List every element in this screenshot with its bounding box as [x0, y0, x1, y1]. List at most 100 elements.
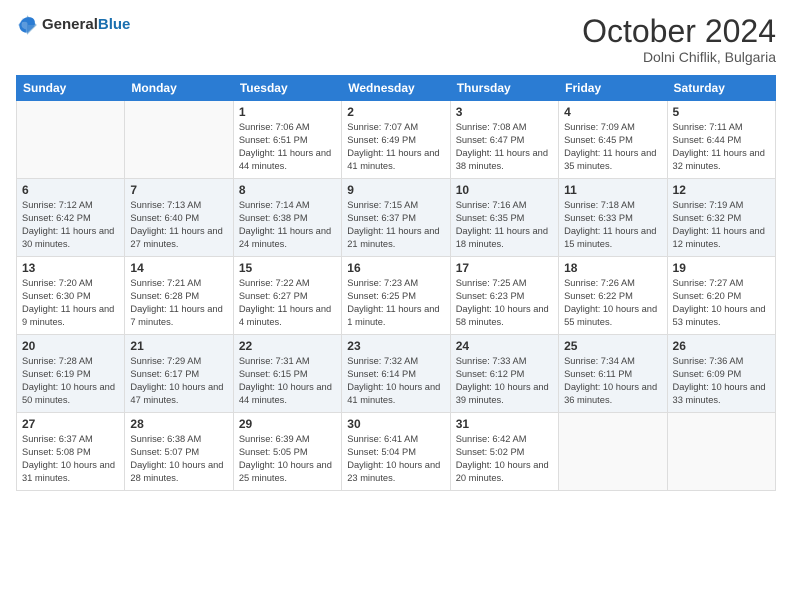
calendar-cell: 24Sunrise: 7:33 AMSunset: 6:12 PMDayligh…	[450, 335, 558, 413]
header: General Blue October 2024 Dolni Chiflik,…	[16, 14, 776, 65]
calendar-cell: 4 Sunrise: 7:09 AMSunset: 6:45 PMDaylight…	[559, 101, 667, 179]
day-number: 15	[239, 261, 336, 275]
logo: General Blue	[16, 14, 130, 36]
day-info: Sunrise: 7:26 AMSunset: 6:22 PMDaylight:…	[564, 277, 661, 329]
day-info: Sunrise: 7:14 AMSunset: 6:38 PMDaylight:…	[239, 199, 336, 251]
calendar-cell: 2 Sunrise: 7:07 AMSunset: 6:49 PMDaylight…	[342, 101, 450, 179]
title-area: October 2024 Dolni Chiflik, Bulgaria	[582, 14, 776, 65]
day-info: Sunrise: 7:23 AMSunset: 6:25 PMDaylight:…	[347, 277, 444, 329]
day-info: Sunrise: 7:15 AMSunset: 6:37 PMDaylight:…	[347, 199, 444, 251]
calendar-cell: 10 Sunrise: 7:16 AMSunset: 6:35 PMDayligh…	[450, 179, 558, 257]
day-info: Sunrise: 7:27 AMSunset: 6:20 PMDaylight:…	[673, 277, 770, 329]
calendar-cell: 8 Sunrise: 7:14 AMSunset: 6:38 PMDaylight…	[233, 179, 341, 257]
calendar-cell: 19 Sunrise: 7:27 AMSunset: 6:20 PMDayligh…	[667, 257, 775, 335]
calendar-week-row: 13 Sunrise: 7:20 AMSunset: 6:30 PMDayligh…	[17, 257, 776, 335]
calendar-cell	[17, 101, 125, 179]
calendar-week-row: 6Sunrise: 7:12 AMSunset: 6:42 PMDaylight…	[17, 179, 776, 257]
calendar-cell: 5 Sunrise: 7:11 AMSunset: 6:44 PMDaylight…	[667, 101, 775, 179]
day-number: 3	[456, 105, 553, 119]
day-number: 8	[239, 183, 336, 197]
calendar-week-row: 20 Sunrise: 7:28 AMSunset: 6:19 PMDayligh…	[17, 335, 776, 413]
header-tuesday: Tuesday	[233, 76, 341, 101]
day-info: Sunrise: 7:16 AMSunset: 6:35 PMDaylight:…	[456, 199, 553, 251]
header-wednesday: Wednesday	[342, 76, 450, 101]
day-number: 10	[456, 183, 553, 197]
day-number: 30	[347, 417, 444, 431]
day-number: 11	[564, 183, 661, 197]
calendar-cell: 3 Sunrise: 7:08 AMSunset: 6:47 PMDaylight…	[450, 101, 558, 179]
calendar-cell: 16Sunrise: 7:23 AMSunset: 6:25 PMDayligh…	[342, 257, 450, 335]
calendar-cell: 18 Sunrise: 7:26 AMSunset: 6:22 PMDayligh…	[559, 257, 667, 335]
day-number: 29	[239, 417, 336, 431]
day-number: 5	[673, 105, 770, 119]
day-info: Sunrise: 6:39 AMSunset: 5:05 PMDaylight:…	[239, 433, 336, 485]
day-number: 12	[673, 183, 770, 197]
header-friday: Friday	[559, 76, 667, 101]
day-number: 28	[130, 417, 227, 431]
day-number: 22	[239, 339, 336, 353]
calendar-cell: 29 Sunrise: 6:39 AMSunset: 5:05 PMDayligh…	[233, 413, 341, 491]
header-thursday: Thursday	[450, 76, 558, 101]
logo-general: General	[42, 16, 98, 34]
calendar-cell: 7Sunrise: 7:13 AMSunset: 6:40 PMDaylight…	[125, 179, 233, 257]
month-title: October 2024	[582, 14, 776, 49]
day-number: 2	[347, 105, 444, 119]
day-info: Sunrise: 7:36 AMSunset: 6:09 PMDaylight:…	[673, 355, 770, 407]
day-info: Sunrise: 7:29 AMSunset: 6:17 PMDaylight:…	[130, 355, 227, 407]
day-info: Sunrise: 7:06 AMSunset: 6:51 PMDaylight:…	[239, 121, 336, 173]
header-sunday: Sunday	[17, 76, 125, 101]
day-number: 4	[564, 105, 661, 119]
day-info: Sunrise: 7:12 AMSunset: 6:42 PMDaylight:…	[22, 199, 119, 251]
day-info: Sunrise: 7:11 AMSunset: 6:44 PMDaylight:…	[673, 121, 770, 173]
logo-icon	[16, 14, 38, 36]
calendar-cell: 26 Sunrise: 7:36 AMSunset: 6:09 PMDayligh…	[667, 335, 775, 413]
calendar-cell: 13 Sunrise: 7:20 AMSunset: 6:30 PMDayligh…	[17, 257, 125, 335]
day-number: 24	[456, 339, 553, 353]
day-number: 27	[22, 417, 119, 431]
calendar-cell: 17Sunrise: 7:25 AMSunset: 6:23 PMDayligh…	[450, 257, 558, 335]
calendar-header-row: Sunday Monday Tuesday Wednesday Thursday…	[17, 76, 776, 101]
day-number: 26	[673, 339, 770, 353]
calendar-cell: 30 Sunrise: 6:41 AMSunset: 5:04 PMDayligh…	[342, 413, 450, 491]
day-number: 14	[130, 261, 227, 275]
day-info: Sunrise: 7:25 AMSunset: 6:23 PMDaylight:…	[456, 277, 553, 329]
day-number: 21	[130, 339, 227, 353]
calendar-cell: 12 Sunrise: 7:19 AMSunset: 6:32 PMDayligh…	[667, 179, 775, 257]
day-info: Sunrise: 7:31 AMSunset: 6:15 PMDaylight:…	[239, 355, 336, 407]
day-info: Sunrise: 7:07 AMSunset: 6:49 PMDaylight:…	[347, 121, 444, 173]
calendar-cell: 21 Sunrise: 7:29 AMSunset: 6:17 PMDayligh…	[125, 335, 233, 413]
day-info: Sunrise: 7:19 AMSunset: 6:32 PMDaylight:…	[673, 199, 770, 251]
day-number: 25	[564, 339, 661, 353]
day-number: 23	[347, 339, 444, 353]
day-number: 1	[239, 105, 336, 119]
day-info: Sunrise: 7:22 AMSunset: 6:27 PMDaylight:…	[239, 277, 336, 329]
location-subtitle: Dolni Chiflik, Bulgaria	[582, 49, 776, 65]
day-number: 19	[673, 261, 770, 275]
calendar-cell	[667, 413, 775, 491]
day-info: Sunrise: 6:42 AMSunset: 5:02 PMDaylight:…	[456, 433, 553, 485]
day-number: 13	[22, 261, 119, 275]
day-info: Sunrise: 7:08 AMSunset: 6:47 PMDaylight:…	[456, 121, 553, 173]
logo-blue: Blue	[98, 16, 131, 34]
calendar-week-row: 27Sunrise: 6:37 AMSunset: 5:08 PMDayligh…	[17, 413, 776, 491]
header-monday: Monday	[125, 76, 233, 101]
day-info: Sunrise: 6:41 AMSunset: 5:04 PMDaylight:…	[347, 433, 444, 485]
calendar-cell: 27Sunrise: 6:37 AMSunset: 5:08 PMDayligh…	[17, 413, 125, 491]
calendar-cell: 25Sunrise: 7:34 AMSunset: 6:11 PMDayligh…	[559, 335, 667, 413]
day-info: Sunrise: 7:28 AMSunset: 6:19 PMDaylight:…	[22, 355, 119, 407]
calendar-cell: 20 Sunrise: 7:28 AMSunset: 6:19 PMDayligh…	[17, 335, 125, 413]
day-number: 31	[456, 417, 553, 431]
day-info: Sunrise: 7:21 AMSunset: 6:28 PMDaylight:…	[130, 277, 227, 329]
day-info: Sunrise: 7:20 AMSunset: 6:30 PMDaylight:…	[22, 277, 119, 329]
calendar-cell: 31 Sunrise: 6:42 AMSunset: 5:02 PMDayligh…	[450, 413, 558, 491]
calendar-cell: 11 Sunrise: 7:18 AMSunset: 6:33 PMDayligh…	[559, 179, 667, 257]
day-info: Sunrise: 7:13 AMSunset: 6:40 PMDaylight:…	[130, 199, 227, 251]
calendar-cell: 15 Sunrise: 7:22 AMSunset: 6:27 PMDayligh…	[233, 257, 341, 335]
day-info: Sunrise: 7:18 AMSunset: 6:33 PMDaylight:…	[564, 199, 661, 251]
calendar-cell: 23Sunrise: 7:32 AMSunset: 6:14 PMDayligh…	[342, 335, 450, 413]
logo-text: General Blue	[42, 16, 130, 34]
day-info: Sunrise: 7:09 AMSunset: 6:45 PMDaylight:…	[564, 121, 661, 173]
day-number: 20	[22, 339, 119, 353]
day-number: 9	[347, 183, 444, 197]
day-number: 18	[564, 261, 661, 275]
